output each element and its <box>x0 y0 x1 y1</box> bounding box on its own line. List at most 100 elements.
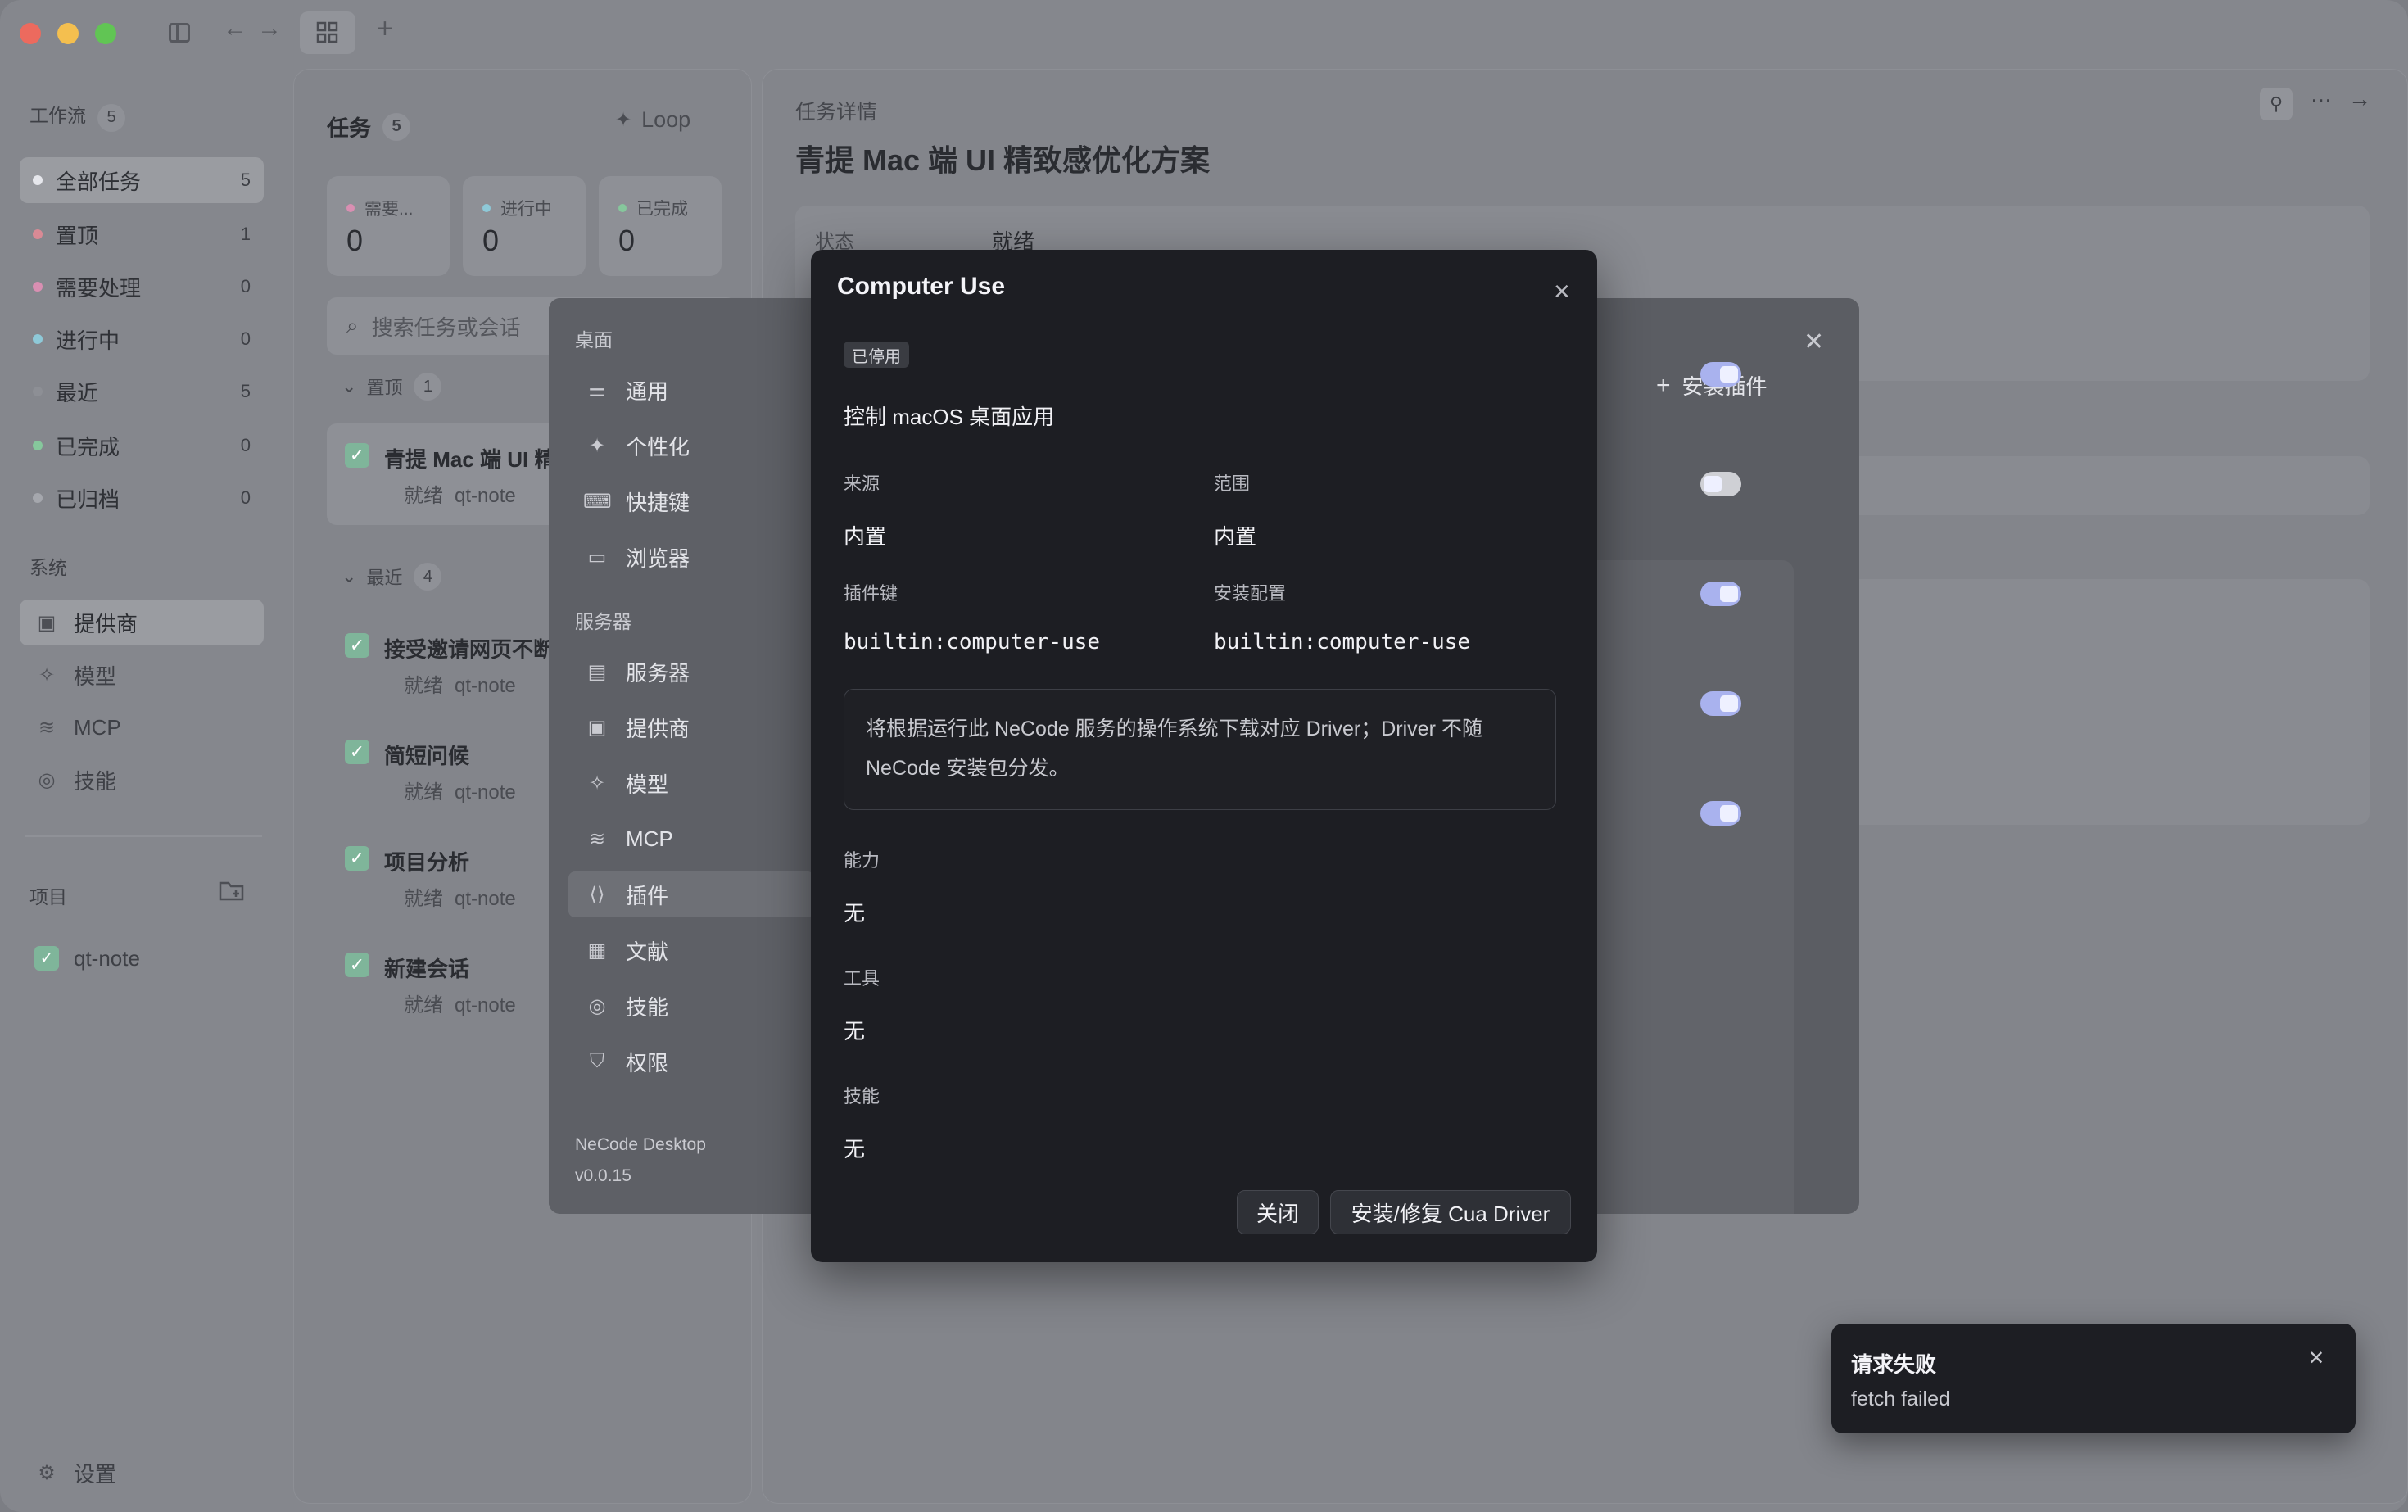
add-project-icon[interactable] <box>218 878 246 908</box>
system-item-3[interactable]: ◎ 技能 <box>20 757 264 803</box>
settings-nav-label: 模型 <box>626 772 669 797</box>
settings-nav-item-server[interactable]: ▤ 服务器 <box>568 649 814 695</box>
collapse-arrow-icon[interactable]: → <box>2348 86 2371 112</box>
pinned-task-item[interactable]: ✓ 青提 Mac 端 UI 精就绪 qt-note <box>345 443 574 509</box>
stat-card-0[interactable]: 需要... 0 <box>327 176 450 276</box>
skills-label: 技能 <box>844 1086 880 1107</box>
recent-task-item[interactable]: ✓ 接受邀请网页不断 就绪 qt-note <box>345 633 574 699</box>
close-modal-icon[interactable]: ✕ <box>1553 279 1571 305</box>
settings-label: 设置 <box>74 1461 117 1487</box>
sidebar-item-0[interactable]: 全部任务 5 <box>20 157 264 203</box>
close-window-button[interactable] <box>20 23 41 44</box>
sidebar-item-1[interactable]: 置顶 1 <box>20 211 264 257</box>
close-settings-icon[interactable]: ✕ <box>1804 328 1824 356</box>
sidebar-item-4[interactable]: 最近 5 <box>20 369 264 414</box>
install-config-value: builtin:computer-use <box>1214 630 1471 654</box>
zoom-window-button[interactable] <box>95 23 116 44</box>
plugin-toggle[interactable] <box>1700 472 1741 496</box>
back-arrow-icon[interactable]: ← <box>223 15 247 43</box>
recent-task-item[interactable]: ✓ 项目分析 就绪 qt-note <box>345 846 574 912</box>
chip-icon: ▣ <box>37 611 57 634</box>
settings-nav-item-sliders[interactable]: ⚌ 通用 <box>568 367 814 413</box>
settings-nav-item-shield[interactable]: ⛉ 权限 <box>568 1039 814 1084</box>
plugin-key-label: 插件键 <box>844 583 898 604</box>
plugin-toggle[interactable] <box>1700 362 1741 387</box>
plugin-toggle[interactable] <box>1700 691 1741 716</box>
settings-button[interactable]: ⚙ 设置 <box>20 1450 264 1496</box>
settings-nav-item-sparkles[interactable]: ✦ 个性化 <box>568 423 814 469</box>
settings-nav-item-mcp[interactable]: ≋ MCP <box>568 816 814 862</box>
status-badge: 已停用 <box>844 342 909 368</box>
settings-nav-item-keyboard[interactable]: ⌨ 快捷键 <box>568 478 814 524</box>
sidebar-item-label: 需要处理 <box>56 275 142 301</box>
sidebar-item-6[interactable]: 已归档 0 <box>20 475 264 521</box>
desktop-section-label: 桌面 <box>575 329 613 351</box>
forward-arrow-icon[interactable]: → <box>257 15 282 43</box>
close-button[interactable]: 关闭 <box>1237 1190 1319 1234</box>
status-dot-icon <box>33 175 43 185</box>
recent-task-item[interactable]: ✓ 新建会话 就绪 qt-note <box>345 953 574 1018</box>
loop-button[interactable]: ✦ Loop <box>615 107 690 133</box>
minimize-window-button[interactable] <box>57 23 79 44</box>
gear-icon: ⚙ <box>38 1461 56 1484</box>
keyboard-icon: ⌨ <box>583 490 612 513</box>
sidebar-item-3[interactable]: 进行中 0 <box>20 316 264 362</box>
pinned-group-header[interactable]: ⌄ 置顶 1 <box>342 373 442 401</box>
project-label: qt-note <box>74 945 140 971</box>
system-item-label: 模型 <box>74 663 117 689</box>
task-meta: 就绪 qt-note <box>404 994 516 1016</box>
project-item-qt-note[interactable]: ✓ qt-note <box>20 935 264 981</box>
scope-value: 内置 <box>1214 524 1257 549</box>
toast-close-icon[interactable]: ✕ <box>2308 1347 2324 1370</box>
toast-title: 请求失败 <box>1851 1352 1937 1377</box>
new-tab-button[interactable]: + <box>377 13 393 45</box>
settings-nav-item-plugin[interactable]: ⟨⟩ 插件 <box>568 871 814 917</box>
settings-nav-item-skill[interactable]: ◎ 技能 <box>568 983 814 1029</box>
settings-nav-label: 权限 <box>626 1050 669 1075</box>
sidebar-item-count: 0 <box>240 328 251 349</box>
sparkles-icon: ✦ <box>588 434 606 457</box>
sidebar-item-2[interactable]: 需要处理 0 <box>20 264 264 310</box>
stat-value: 0 <box>482 224 500 257</box>
check-icon: ✓ <box>345 846 369 871</box>
error-toast: 请求失败 fetch failed ✕ <box>1831 1324 2356 1433</box>
tabs-overview-button[interactable] <box>300 11 355 54</box>
settings-nav-label: 服务器 <box>626 660 690 686</box>
system-item-0[interactable]: ▣ 提供商 <box>20 600 264 645</box>
stat-card-1[interactable]: 进行中 0 <box>463 176 586 276</box>
stat-card-2[interactable]: 已完成 0 <box>599 176 722 276</box>
install-repair-driver-button[interactable]: 安装/修复 Cua Driver <box>1330 1190 1571 1234</box>
task-title: 简短问候 <box>384 744 470 768</box>
sparkle-icon: ✧ <box>588 772 606 794</box>
system-item-2[interactable]: ≋ MCP <box>20 704 264 750</box>
more-icon[interactable]: ⋯ <box>2311 88 2332 113</box>
skill-icon: ◎ <box>38 768 56 791</box>
plugin-toggle[interactable] <box>1700 801 1741 826</box>
tasks-count: 5 <box>382 112 410 141</box>
sidebar-item-label: 进行中 <box>56 328 120 353</box>
settings-nav-item-browser[interactable]: ▭ 浏览器 <box>568 534 814 580</box>
settings-nav-item-archive[interactable]: ▦ 文献 <box>568 927 814 973</box>
status-dot-icon <box>33 387 43 396</box>
mcp-icon: ≋ <box>588 827 606 850</box>
detail-title: 青提 Mac 端 UI 精致感优化方案 <box>795 143 1211 177</box>
settings-nav-item-sparkle[interactable]: ✧ 模型 <box>568 760 814 806</box>
computer-use-modal: Computer Use ✕ 已停用 控制 macOS 桌面应用 来源 内置 范… <box>811 250 1597 1262</box>
pin-icon[interactable]: ⚲ <box>2260 88 2293 120</box>
status-dot-icon <box>33 229 43 239</box>
sidebar-item-5[interactable]: 已完成 0 <box>20 423 264 469</box>
sliders-icon: ⚌ <box>588 378 606 401</box>
system-item-label: 提供商 <box>74 611 138 636</box>
sidebar-toggle-icon[interactable] <box>169 23 190 43</box>
tasks-header: 任务 5 <box>327 111 410 143</box>
toast-message: fetch failed <box>1851 1388 1950 1410</box>
recent-task-item[interactable]: ✓ 简短问候 就绪 qt-note <box>345 740 574 805</box>
system-item-1[interactable]: ✧ 模型 <box>20 652 264 698</box>
recent-group-header[interactable]: ⌄ 最近 4 <box>342 563 442 591</box>
sidebar-item-count: 0 <box>240 276 251 297</box>
settings-nav-item-chip[interactable]: ▣ 提供商 <box>568 704 814 750</box>
stat-label: 进行中 <box>482 196 552 220</box>
plugin-toggle[interactable] <box>1700 582 1741 606</box>
task-meta: 就绪 qt-note <box>404 485 516 507</box>
check-icon: ✓ <box>345 953 369 977</box>
